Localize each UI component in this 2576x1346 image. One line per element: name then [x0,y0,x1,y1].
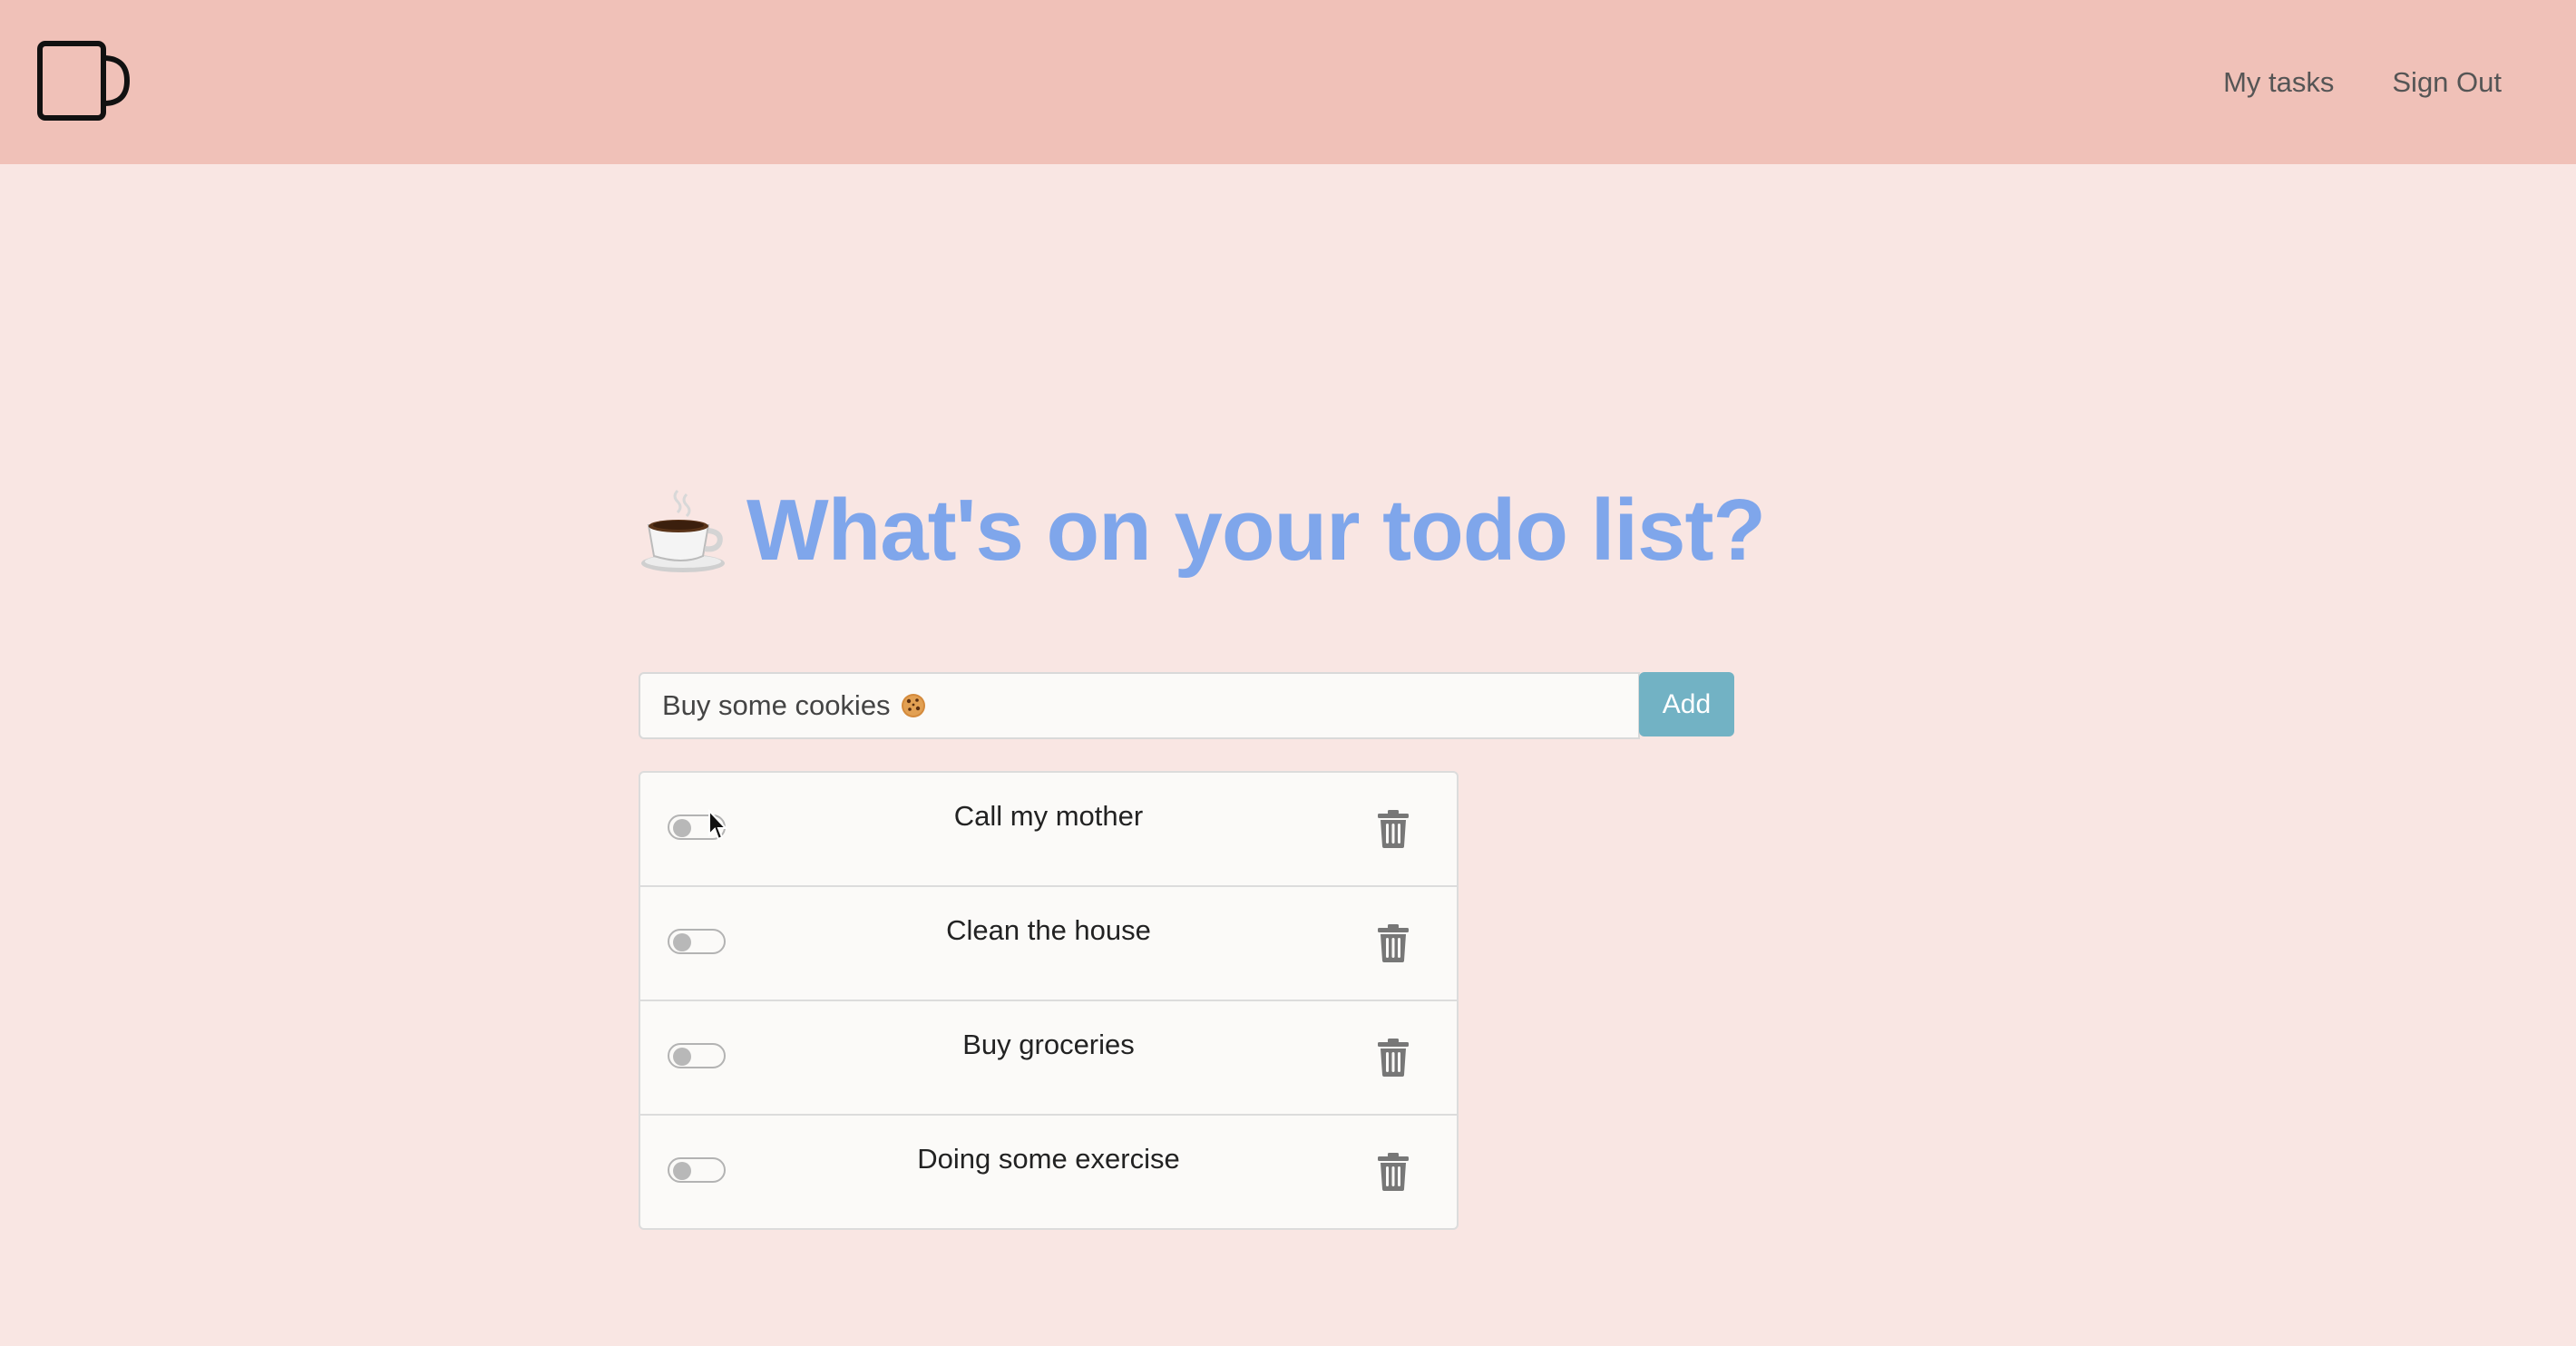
todo-list: Call my mother Clean the house Buy groce… [639,771,1459,1230]
todo-text: Buy groceries [962,1029,1135,1060]
cookie-icon [901,694,925,717]
nav-links: My tasks Sign Out [2223,0,2502,164]
todo-item: Buy groceries [640,1001,1457,1116]
todo-text: Doing some exercise [917,1143,1180,1175]
mug-icon[interactable] [36,40,132,122]
todo-text: Call my mother [953,800,1144,832]
trash-icon[interactable] [1377,809,1410,849]
todo-toggle[interactable] [668,929,726,954]
todo-item: Clean the house [640,887,1457,1001]
trash-icon[interactable] [1377,1038,1410,1078]
todo-toggle[interactable] [668,814,726,840]
hero: What's on your todo list? [638,481,1766,580]
toggle-knob [673,1048,691,1066]
todo-item: Call my mother [640,773,1457,887]
new-todo-input[interactable]: Buy some cookies [639,672,1640,739]
todo-toggle[interactable] [668,1157,726,1183]
todo-toggle[interactable] [668,1043,726,1068]
todo-text: Clean the house [946,914,1151,946]
toggle-knob [673,819,691,837]
todo-item: Doing some exercise [640,1116,1457,1228]
navbar: My tasks Sign Out [0,0,2576,164]
toggle-knob [673,933,691,951]
trash-icon[interactable] [1377,923,1410,963]
add-todo-form: Buy some cookies Add [639,672,1734,739]
add-button[interactable]: Add [1639,672,1734,736]
toggle-knob [673,1162,691,1180]
new-todo-input-text: Buy some cookies [662,689,891,721]
nav-link-sign-out[interactable]: Sign Out [2392,66,2502,99]
nav-link-my-tasks[interactable]: My tasks [2223,66,2334,99]
page-title: What's on your todo list? [746,482,1766,579]
hot-beverage-icon [641,489,725,572]
trash-icon[interactable] [1377,1152,1410,1192]
